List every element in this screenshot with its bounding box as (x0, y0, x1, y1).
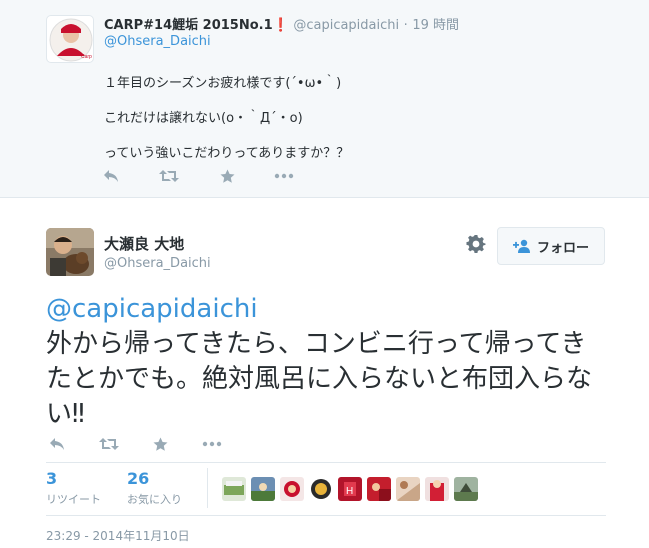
svg-text:H: H (346, 486, 353, 497)
reply-screen-name[interactable]: @capicapidaichi (293, 18, 399, 33)
stats-separator (207, 468, 208, 508)
favorite-label: お気に入り (127, 493, 182, 506)
favoriter-avatar[interactable] (251, 477, 275, 501)
tweet-mention[interactable]: @capicapidaichi (46, 292, 606, 327)
follow-button[interactable]: フォロー (497, 227, 605, 265)
reply-icon[interactable] (46, 434, 68, 454)
favoriter-avatar[interactable] (425, 477, 449, 501)
favoriter-avatar[interactable] (309, 477, 333, 501)
retweet-icon[interactable] (98, 434, 120, 454)
reply-icon[interactable] (100, 166, 122, 186)
retweet-label: リツイート (46, 493, 101, 506)
reply-time[interactable]: 19 時間 (412, 18, 459, 33)
retweet-icon[interactable] (158, 166, 180, 186)
retweet-stat[interactable]: 3 リツイート (46, 470, 101, 507)
favoriter-avatar[interactable] (367, 477, 391, 501)
follow-label: フォロー (536, 240, 589, 256)
author-display-name[interactable]: 大瀬良 大地 (104, 233, 184, 254)
retweet-count: 3 (46, 469, 58, 488)
reply-line-2: これだけは譲れない(o・｀Д´・o) (104, 111, 303, 126)
favorite-icon[interactable] (149, 434, 171, 454)
favoriter-avatar[interactable] (396, 477, 420, 501)
svg-text:Carp: Carp (81, 54, 92, 60)
reply-tweet: Carp CARP#14鯉垢 2015No.1❗ @capicapidaichi… (0, 0, 649, 198)
tweet-body-text: 外から帰ってきたら、コンビニ行って帰ってきたとかでも。絶対風呂に入らないと布団入… (46, 329, 593, 429)
reply-line-3: っていう強いこだわりってありますか？？ (104, 146, 350, 161)
tweet-text: @capicapidaichi 外から帰ってきたら、コンビニ行って帰ってきたとか… (46, 292, 606, 432)
gear-icon[interactable] (466, 234, 486, 254)
favoriter-avatar[interactable] (454, 477, 478, 501)
reply-avatar[interactable]: Carp (46, 15, 94, 63)
favoriter-avatar[interactable] (222, 477, 246, 501)
add-user-icon (512, 239, 530, 253)
favorite-count: 26 (127, 469, 150, 488)
reply-separator: · (403, 18, 408, 33)
favorite-stat[interactable]: 26 お気に入り (127, 470, 182, 507)
reply-line-1: １年目のシーズンお疲れ様です(´•ω•｀) (104, 76, 342, 91)
stats-divider-top (46, 462, 606, 463)
favoriter-avatar[interactable]: H (338, 477, 362, 501)
reply-to-handle[interactable]: @Ohsera_Daichi (104, 34, 211, 49)
tweet-timestamp[interactable]: 23:29 - 2014年11月10日 (46, 527, 190, 544)
reply-header: CARP#14鯉垢 2015No.1❗ @capicapidaichi · 19… (104, 14, 459, 33)
favoriter-avatar[interactable] (280, 477, 304, 501)
author-handle[interactable]: @Ohsera_Daichi (104, 256, 211, 271)
stats-divider-bottom (46, 515, 606, 516)
author-avatar[interactable] (46, 228, 94, 276)
reply-display-name[interactable]: CARP#14鯉垢 2015No.1❗ (104, 18, 289, 33)
favorite-icon[interactable] (216, 166, 238, 186)
more-icon[interactable] (201, 434, 223, 454)
more-icon[interactable] (273, 166, 295, 186)
